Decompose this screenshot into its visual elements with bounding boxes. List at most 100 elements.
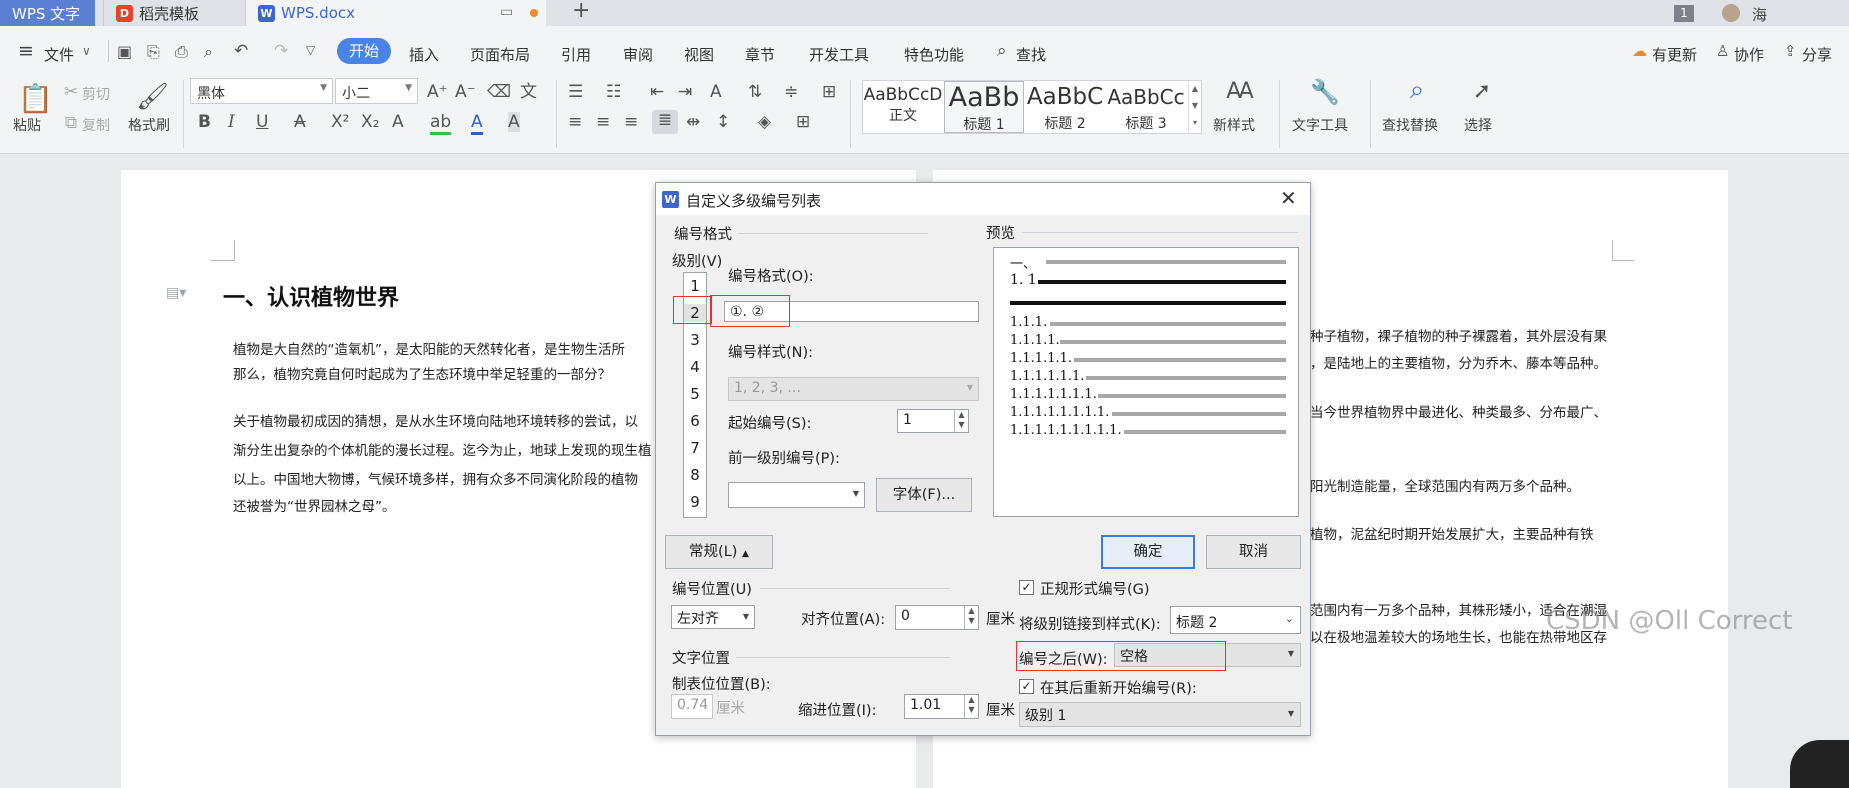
hamburger-icon[interactable]: ≡	[18, 40, 34, 62]
text-effect-icon[interactable]: A	[392, 112, 404, 132]
format-painter-icon[interactable]: 🖌	[136, 80, 169, 114]
paste-button[interactable]: 粘贴	[13, 115, 41, 135]
menu-tab-references[interactable]: 引用	[561, 44, 591, 65]
quick-access-dropdown-icon[interactable]: ▽	[306, 43, 315, 57]
font-button[interactable]: 字体(F)...	[876, 478, 972, 512]
level-item[interactable]: 4	[684, 358, 706, 376]
paragraph-menu-icon[interactable]: ▤▾	[166, 285, 186, 301]
new-tab-plus-icon[interactable]: +	[572, 0, 590, 23]
style-heading-1[interactable]: AaBb 标题 1	[944, 81, 1024, 133]
search-icon[interactable]: ⌕	[997, 41, 1007, 61]
menu-tab-features[interactable]: 特色功能	[904, 44, 964, 65]
menu-tab-chapter[interactable]: 章节	[745, 44, 775, 65]
tab-position-unit[interactable]: 厘米	[716, 697, 745, 718]
menu-tab-insert[interactable]: 插入	[409, 44, 439, 65]
copy-button[interactable]: 复制	[82, 115, 110, 135]
justify-icon[interactable]: ≣	[652, 110, 678, 134]
text-tools-button[interactable]: 文字工具	[1292, 115, 1348, 135]
tab-document[interactable]: W WPS.docx ▭	[246, 0, 546, 26]
borders-icon[interactable]: ⊞	[796, 112, 810, 132]
character-shading-icon[interactable]: A	[508, 112, 520, 132]
window-count-badge[interactable]: 1	[1674, 5, 1694, 22]
underline-icon[interactable]: U	[256, 112, 268, 132]
menu-tab-view[interactable]: 视图	[684, 44, 714, 65]
increase-indent-icon[interactable]: ⇥	[678, 82, 692, 102]
clear-format-icon[interactable]: ⌫	[487, 82, 511, 102]
font-color-icon[interactable]: A	[471, 112, 483, 135]
subscript-icon[interactable]: X₂	[361, 112, 379, 132]
align-right-icon[interactable]: ≡	[624, 112, 638, 132]
font-size-select[interactable]: 小二 ▼	[335, 78, 418, 104]
sort-icon[interactable]: ⇅	[748, 82, 762, 102]
highlight-icon[interactable]: ab	[430, 112, 452, 135]
bold-icon[interactable]: B	[198, 112, 211, 132]
cancel-button[interactable]: 取消	[1206, 535, 1301, 569]
shading-icon[interactable]: ◈	[758, 112, 771, 132]
cut-button[interactable]: 剪切	[82, 84, 110, 104]
align-center-icon[interactable]: ≡	[596, 112, 610, 132]
tab-wps-writer[interactable]: WPS 文字	[0, 0, 95, 26]
user-avatar[interactable]	[1722, 4, 1740, 22]
tab-template[interactable]: D 稻壳模板	[103, 0, 246, 26]
menu-tab-developer[interactable]: 开发工具	[809, 44, 869, 65]
numbered-list-icon[interactable]: ☷	[606, 82, 621, 102]
paste-clipboard-icon[interactable]: 📋	[18, 82, 53, 116]
restart-level-select[interactable]: 级别 1 ▼	[1019, 702, 1301, 727]
strikethrough-icon[interactable]: A	[294, 112, 306, 132]
redo-icon[interactable]: ↷	[274, 41, 288, 61]
style-heading-3[interactable]: AaBbCc 标题 3	[1106, 81, 1186, 133]
shrink-font-icon[interactable]: A⁻	[455, 82, 476, 102]
start-spinner[interactable]: ▲ ▼	[954, 410, 968, 432]
undo-icon[interactable]: ↶	[234, 41, 248, 61]
wrench-icon[interactable]: 🔧	[1310, 80, 1340, 104]
bullet-list-icon[interactable]: ☰	[568, 82, 583, 102]
level-item[interactable]: 5	[684, 385, 706, 403]
cursor-icon[interactable]: ➚	[1470, 81, 1494, 103]
restart-numbering-checkbox[interactable]: ✓	[1019, 679, 1034, 694]
level-item[interactable]: 9	[684, 493, 706, 511]
new-style-button[interactable]: 新样式	[1213, 115, 1255, 135]
align-position-unit[interactable]: 厘米	[986, 608, 1015, 629]
new-style-icon[interactable]: Ꜳ	[1226, 81, 1254, 103]
indent-spinner[interactable]: ▲ ▼	[964, 695, 978, 718]
style-select[interactable]: 1, 2, 3, ... ▼	[728, 377, 979, 401]
indent-unit[interactable]: 厘米	[986, 699, 1015, 720]
menu-tab-home[interactable]: 开始	[337, 38, 391, 64]
find-replace-button[interactable]: 查找替换	[1382, 115, 1438, 135]
general-toggle-button[interactable]: 常规(L) ▲	[665, 535, 773, 569]
close-icon[interactable]: ✕	[1280, 186, 1297, 210]
style-gallery-scroll[interactable]: ▲ ▼ ▾	[1188, 80, 1201, 134]
legal-numbering-checkbox[interactable]: ✓	[1019, 580, 1034, 595]
multilevel-list-dialog[interactable]: W 自定义多级编号列表 ✕ 编号格式 预览 级别(V) 1 2 3 4 5 6 …	[655, 182, 1311, 736]
grow-font-icon[interactable]: A⁺	[427, 82, 448, 102]
italic-icon[interactable]: I	[228, 112, 235, 132]
menu-search[interactable]: 查找	[1016, 44, 1046, 65]
level-item[interactable]: 8	[684, 466, 706, 484]
menu-share[interactable]: 分享	[1802, 44, 1832, 65]
magnifier-icon[interactable]: ⌕	[1402, 77, 1432, 103]
distribute-icon[interactable]: ⇹	[686, 112, 700, 132]
ok-button[interactable]: 确定	[1101, 535, 1195, 569]
export-pdf-icon[interactable]: ⎘	[147, 42, 160, 62]
number-align-select[interactable]: 左对齐 ▼	[671, 605, 755, 629]
select-button[interactable]: 选择	[1464, 115, 1492, 135]
decrease-indent-icon[interactable]: ⇤	[650, 82, 664, 102]
menu-tab-review[interactable]: 审阅	[623, 44, 653, 65]
chevron-down-icon[interactable]: ∨	[82, 44, 91, 58]
print-preview-icon[interactable]: ⌕	[204, 42, 213, 62]
align-position-spinner[interactable]: ▲ ▼	[964, 606, 978, 629]
menu-update[interactable]: 有更新	[1652, 44, 1697, 65]
format-painter-button[interactable]: 格式刷	[128, 115, 170, 135]
line-spacing-icon[interactable]: ↕	[716, 112, 730, 132]
level-item[interactable]: 6	[684, 412, 706, 430]
level-item[interactable]: 7	[684, 439, 706, 457]
style-normal[interactable]: AaBbCcD 正文	[863, 81, 943, 133]
tab-position-input[interactable]: 0.74	[671, 694, 713, 719]
phonetic-guide-icon[interactable]: 文	[520, 82, 537, 102]
link-style-select[interactable]: 标题 2 ⌄	[1170, 606, 1301, 634]
align-left-icon[interactable]: ≡	[568, 112, 582, 132]
style-heading-2[interactable]: AaBbC 标题 2	[1025, 81, 1105, 133]
prev-level-select[interactable]: ▼	[728, 482, 865, 508]
chinese-layout-icon[interactable]: A	[710, 82, 722, 102]
superscript-icon[interactable]: X²	[331, 112, 349, 132]
